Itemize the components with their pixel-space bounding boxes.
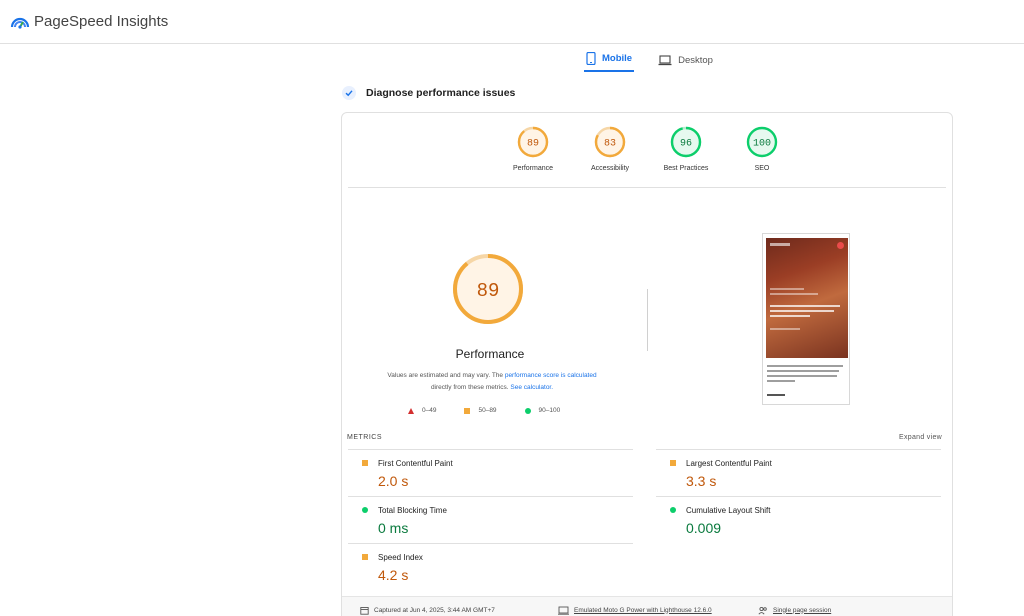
triangle-icon xyxy=(408,407,414,414)
device-text: Emulated Moto G Power with Lighthouse 12… xyxy=(574,606,712,614)
performance-title: Performance xyxy=(455,347,525,361)
screenshot-text xyxy=(770,310,834,312)
performance-note: Values are estimated and may vary. The p… xyxy=(362,370,622,394)
gauge-accessibility[interactable]: 83 Accessibility xyxy=(575,125,645,172)
metric-divider xyxy=(348,449,633,450)
metric-name: Total Blocking Time xyxy=(378,506,447,515)
captured-text: Captured at Jun 4, 2025, 3:44 AM GMT+7 xyxy=(374,606,495,614)
report-card: 89 Performance 83 Accessibility 96 Best … xyxy=(341,112,953,616)
screenshot-image xyxy=(766,238,848,358)
gauge-best-practices[interactable]: 96 Best Practices xyxy=(651,125,721,172)
gauge-value: 100 xyxy=(753,139,771,150)
metric-name: Largest Contentful Paint xyxy=(686,459,772,468)
gauge-value: 83 xyxy=(604,139,616,150)
pagespeed-logo-icon[interactable] xyxy=(10,12,30,32)
device-icon xyxy=(558,606,569,615)
metric-name: Speed Index xyxy=(378,553,423,562)
average-square-icon xyxy=(362,460,368,466)
gauge-ring: 89 xyxy=(517,126,549,158)
note-text: directly from these metrics. xyxy=(430,384,511,391)
footer-session[interactable]: Single page session xyxy=(758,606,831,615)
laptop-icon xyxy=(658,54,672,66)
performance-gauge-large: 89 xyxy=(453,254,523,324)
gauge-value: 96 xyxy=(680,139,692,150)
see-calculator-link[interactable]: See calculator. xyxy=(510,384,553,391)
screenshot-text xyxy=(770,288,804,290)
screenshot-text xyxy=(767,394,785,396)
top-bar: PageSpeed Insights xyxy=(0,0,1024,44)
average-square-icon xyxy=(670,460,676,466)
screenshot-text xyxy=(770,305,840,307)
circle-icon xyxy=(524,407,531,414)
screenshot-text xyxy=(767,370,839,372)
footer-device[interactable]: Emulated Moto G Power with Lighthouse 12… xyxy=(558,606,712,615)
diagnose-header: Diagnose performance issues xyxy=(342,86,515,100)
tab-desktop-label: Desktop xyxy=(678,54,713,66)
gauge-label: Best Practices xyxy=(663,165,709,172)
performance-score-link[interactable]: performance score is calculated xyxy=(505,372,597,379)
screenshot-text xyxy=(767,380,795,382)
metric-value: 0 ms xyxy=(378,520,409,536)
screenshot-text xyxy=(767,365,843,367)
metric-divider xyxy=(656,496,941,497)
note-text: Values are estimated and may vary. The xyxy=(387,372,505,379)
legend-label: 50–89 xyxy=(478,407,497,414)
square-icon xyxy=(464,407,471,414)
screenshot-logo xyxy=(770,243,790,246)
metric-value: 0.009 xyxy=(686,520,722,536)
screenshot-badge xyxy=(837,242,844,249)
tab-desktop[interactable]: Desktop xyxy=(656,48,715,72)
tab-mobile[interactable]: Mobile xyxy=(584,48,635,72)
tab-mobile-label: Mobile xyxy=(602,52,633,64)
expand-view-button[interactable]: Expand view xyxy=(899,434,942,441)
diagnose-title: Diagnose performance issues xyxy=(366,87,516,99)
app-title[interactable]: PageSpeed Insights xyxy=(34,13,168,30)
gauge-label: Performance xyxy=(512,165,554,172)
metric-value: 2.0 s xyxy=(378,473,409,489)
page-screenshot-thumbnail[interactable] xyxy=(762,233,850,405)
users-icon xyxy=(758,606,767,615)
good-circle-icon xyxy=(362,507,368,513)
screenshot-text xyxy=(767,375,837,377)
footer-captured: Captured at Jun 4, 2025, 3:44 AM GMT+7 xyxy=(360,606,495,615)
gauge-label: Accessibility xyxy=(590,165,630,172)
gauge-seo[interactable]: 100 SEO xyxy=(727,125,797,172)
legend-label: 90–100 xyxy=(538,407,561,414)
metric-value: 4.2 s xyxy=(378,567,409,583)
phone-icon xyxy=(586,51,596,65)
screenshot-text xyxy=(770,293,818,295)
metric-name: First Contentful Paint xyxy=(378,459,453,468)
legend-good: 90–100 xyxy=(524,407,561,414)
divider xyxy=(348,187,946,188)
vertical-divider xyxy=(647,289,648,351)
average-square-icon xyxy=(362,554,368,560)
metric-divider xyxy=(348,496,633,497)
good-circle-icon xyxy=(670,507,676,513)
score-gauges: 89 Performance 83 Accessibility 96 Best … xyxy=(342,125,952,187)
diagnose-icon xyxy=(342,86,356,100)
gauge-value: 89 xyxy=(527,139,539,150)
score-legend: 0–49 50–89 90–100 xyxy=(408,407,560,414)
session-text: Single page session xyxy=(773,606,832,614)
gauge-ring: 96 xyxy=(670,126,702,158)
metric-divider xyxy=(348,543,633,544)
performance-score: 89 xyxy=(477,280,500,302)
metric-value: 3.3 s xyxy=(686,473,717,489)
legend-poor: 0–49 xyxy=(408,407,436,414)
device-tabs: Mobile Desktop xyxy=(584,48,715,72)
screenshot-text xyxy=(770,315,810,317)
legend-label: 0–49 xyxy=(422,407,437,414)
calendar-icon xyxy=(360,606,369,615)
report-footer: Captured at Jun 4, 2025, 3:44 AM GMT+7 E… xyxy=(342,596,952,616)
metric-divider xyxy=(656,449,941,450)
gauge-ring: 83 xyxy=(594,126,626,158)
gauge-performance[interactable]: 89 Performance xyxy=(498,125,568,172)
gauge-label: SEO xyxy=(754,165,770,172)
screenshot-text xyxy=(770,328,800,330)
gauge-ring: 100 xyxy=(746,126,778,158)
metric-name: Cumulative Layout Shift xyxy=(686,506,771,515)
metrics-label: METRICS xyxy=(347,434,382,441)
legend-average: 50–89 xyxy=(464,407,497,414)
